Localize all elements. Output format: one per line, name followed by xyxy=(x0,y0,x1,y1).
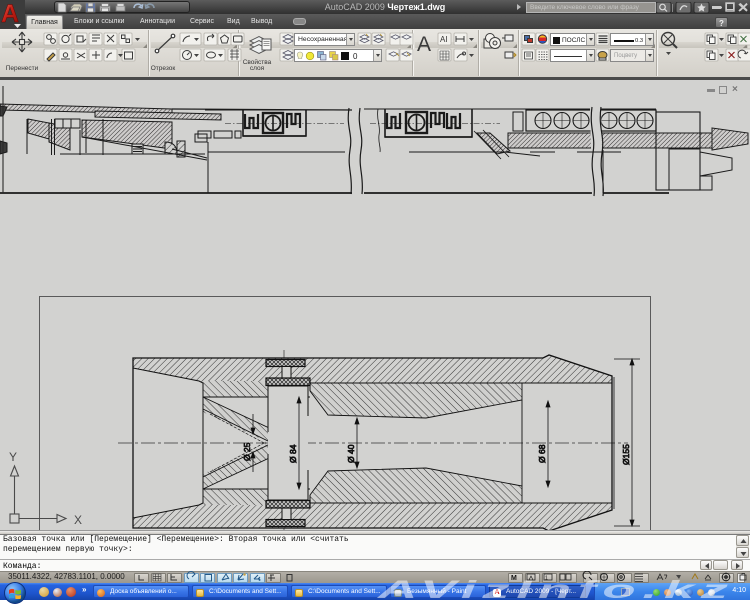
svg-text:Ø 40: Ø 40 xyxy=(346,444,356,463)
svg-text:Ø 68: Ø 68 xyxy=(537,444,547,463)
svg-text:0: 0 xyxy=(353,52,358,61)
svg-text:AI: AI xyxy=(440,35,448,44)
svg-text:X: X xyxy=(74,513,82,527)
svg-text:Y: Y xyxy=(9,450,17,464)
svg-text:Ø 25: Ø 25 xyxy=(242,442,252,461)
svg-text:A: A xyxy=(1,0,19,28)
svg-text:A: A xyxy=(417,33,431,56)
svg-text:Ø155: Ø155 xyxy=(621,444,631,465)
svg-text:Ø 84: Ø 84 xyxy=(288,444,298,463)
